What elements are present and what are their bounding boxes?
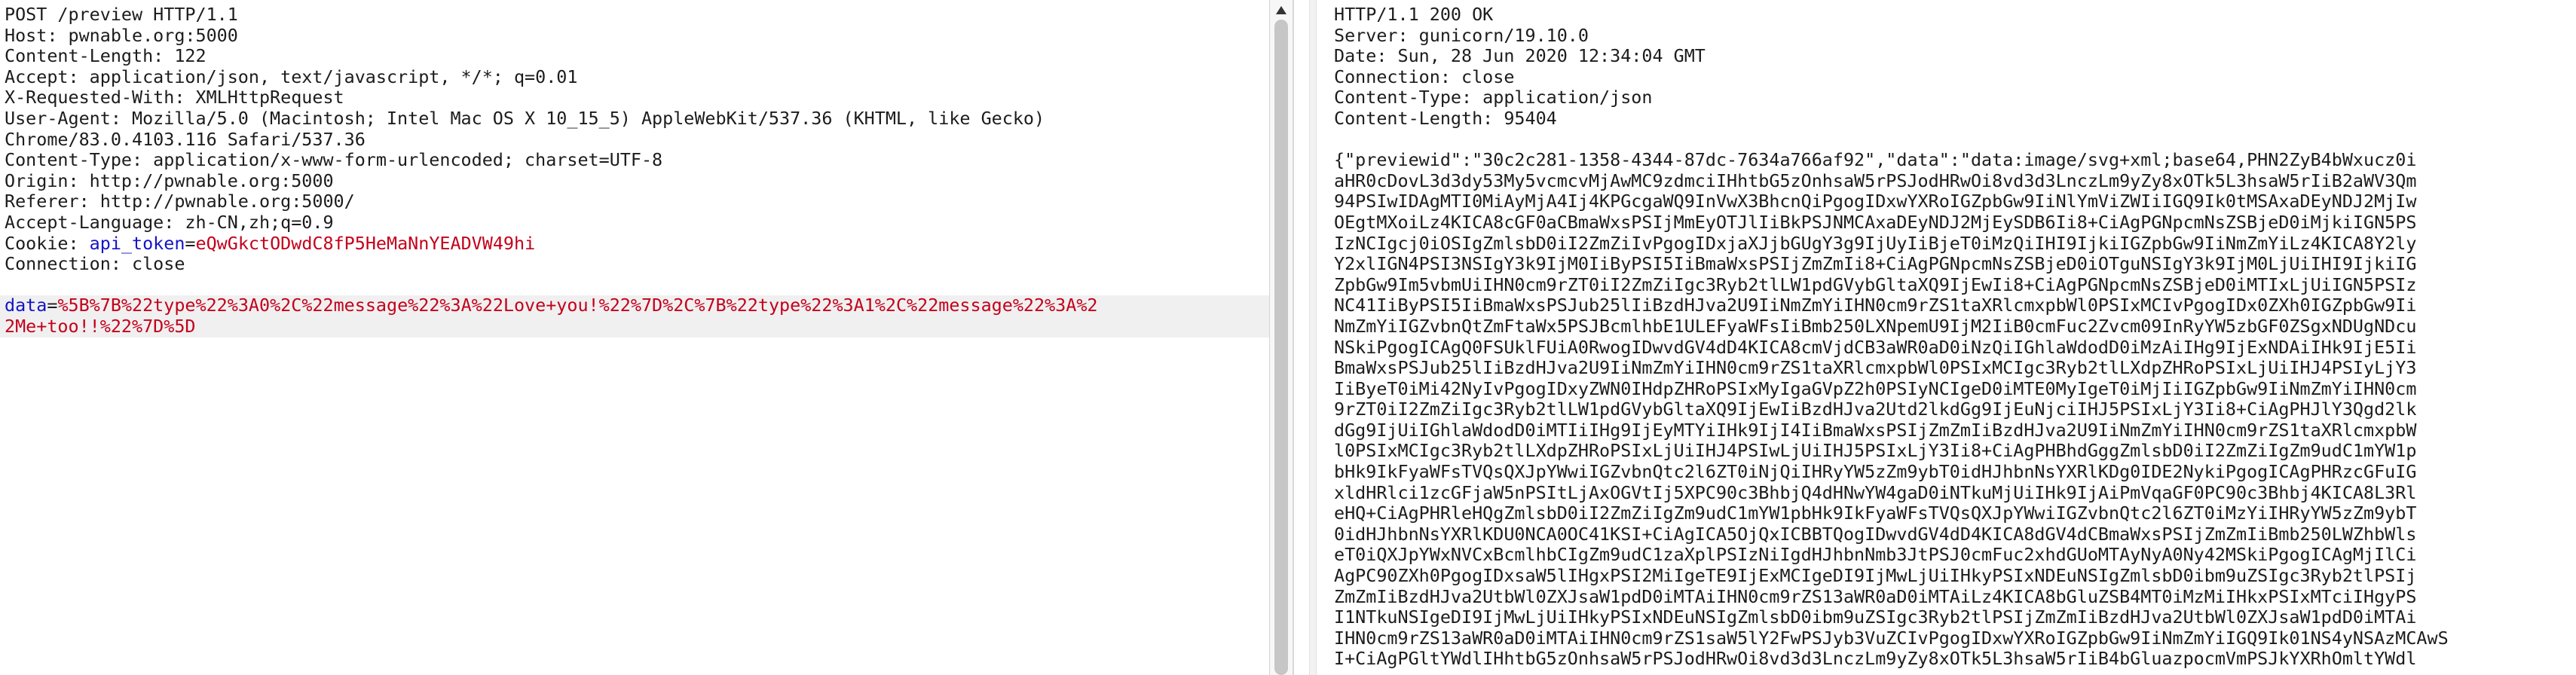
response-body-line: eHQ+CiAgPHRleHQgZmlsbD0iI2ZmZiIgZm9udC1m… [1334, 502, 2417, 524]
request-header-line: Accept-Language: zh-CN,zh;q=0.9 [5, 211, 334, 233]
response-body-line: ZmZmIiBzdHJva2UtbWl0ZXJsaW1pdD0iMTAiIHN0… [1334, 585, 2417, 607]
request-header-line: Referer: http://pwnable.org:5000/ [5, 191, 355, 212]
request-scrollbar[interactable] [1269, 0, 1293, 675]
body-eq: = [47, 295, 58, 316]
response-body-line: 0idHJhbnNsYXRlKDU0NCA0OC41KSI+CiAgICA5Oj… [1334, 523, 2417, 545]
request-header-line: X-Requested-With: XMLHttpRequest [5, 87, 344, 108]
response-body-line: aHR0cDovL3d3dy53My5vcmcvMjAwMC9zdmciIHht… [1334, 170, 2417, 191]
response-body-line: {"previewid":"30c2c281-1358-4344-87dc-76… [1334, 149, 2417, 171]
response-headers: Server: gunicorn/19.10.0 Date: Sun, 28 Ju… [1334, 24, 2576, 130]
response-header-line: Content-Type: application/json [1334, 87, 1653, 108]
response-viewer[interactable]: HTTP/1.1 200 OK Server: gunicorn/19.10.0… [1329, 0, 2576, 675]
response-body-line: 9rZT0iI2ZmZiIgc3Ryb2tlLW1pdGVybGltaXQ9Ij… [1334, 399, 2417, 420]
response-body-line: NC41IiByPSI5IiBmaWxsPSJub25lIiBzdHJva2U9… [1334, 295, 2417, 316]
body-param-value-cont: 2Me+too!!%22%7D%5D [5, 315, 196, 337]
response-body-line: 94PSIwIDAgMTI0MiAyMjA4Ij4KPGcgaWQ9InVwX3… [1334, 191, 2417, 212]
request-header-line: Content-Type: application/x-www-form-url… [5, 149, 663, 171]
request-header-line: Chrome/83.0.4103.116 Safari/537.36 [5, 128, 366, 150]
response-body-line: eT0iQXJpYWxNVCxBcmlhbCIgZm9udC1zaXplPSIz… [1334, 544, 2417, 566]
response-body-line: NSkiPgogICAgQ0FSUklFUiA0RwogIDwvdGV4dD4K… [1334, 336, 2417, 358]
request-header-line: User-Agent: Mozilla/5.0 (Macintosh; Inte… [5, 107, 1045, 129]
request-body-line: data=%5B%7B%22type%22%3A0%2C%22message%2… [5, 295, 1269, 316]
splitter-grip[interactable] [1309, 0, 1317, 675]
response-header-line: Server: gunicorn/19.10.0 [1334, 24, 1589, 46]
response-body-line: xldHRlci1zcGFjaW5nPSItLjAxOGVtIj5XPC90c3… [1334, 481, 2417, 503]
response-body-line: dGg9IjUiIGhlaWdodD0iMTIiIHg9IjEyMTYiIHk9… [1334, 419, 2417, 441]
response-body-line: NmZmYiIGZvbnQtZmFtaWx5PSJBcmlhbE1ULEFyaW… [1334, 315, 2417, 337]
scroll-thumb[interactable] [1274, 20, 1288, 675]
body-param-value: %5B%7B%22type%22%3A0%2C%22message%22%3A%… [57, 295, 1098, 316]
response-header-line: Date: Sun, 28 Jun 2020 12:34:04 GMT [1334, 45, 1706, 67]
connection-header: Connection: close [5, 253, 185, 275]
response-body[interactable]: {"previewid":"30c2c281-1358-4344-87dc-76… [1334, 150, 2576, 670]
cookie-header: Cookie: api_token=eQwGkctODwdC8fP5HeMaNn… [5, 232, 1269, 255]
body-param-name: data [5, 295, 47, 316]
response-body-line: AgPC90ZXh0PgogIDxsaW5lIHgxPSI2MiIgeTE9Ij… [1334, 565, 2417, 587]
cookie-name: api_token [89, 232, 185, 254]
request-headers: Host: pwnable.org:5000 Content-Length: 12… [5, 24, 1269, 234]
response-header-line: Content-Length: 95404 [1334, 107, 1557, 129]
request-header-line: Origin: http://pwnable.org:5000 [5, 170, 334, 191]
response-body-line: I1NTkuNSIgeDI9IjMwLjUiIHkyPSIxNDEuNSIgZm… [1334, 606, 2417, 628]
request-header-line: Host: pwnable.org:5000 [5, 24, 238, 46]
status-line: HTTP/1.1 200 OK [1334, 4, 1494, 25]
response-body-line: IzNCIgcj0iOSIgZmlsbD0iI2ZmZiIvPgogIDxjaX… [1334, 232, 2417, 254]
scroll-up-arrow-icon[interactable] [1276, 6, 1286, 14]
response-body-line: OEgtMXoiLz4KICA8cGF0aCBmaWxsPSIjMmEyOTJl… [1334, 211, 2417, 233]
response-body-line: l0PSIxMCIgc3Ryb2tlLXdpZHRoPSIxLjUiIHJ4PS… [1334, 440, 2417, 462]
pane-splitter[interactable] [1293, 0, 1330, 675]
response-body-line: I+CiAgPGltYWdlIHhtbG5zOnhsaW5rPSJodHRwOi… [1334, 648, 2417, 670]
request-header-line: Accept: application/json, text/javascrip… [5, 66, 578, 87]
response-body-line: ZpbGw9Im5vbmUiIHN0cm9rZT0iI2ZmZiIgc3Ryb2… [1334, 273, 2417, 295]
response-body-line: bHk9IkFyaWFsTVQsQXJpYWwiIGZvbnQtc2l6ZT0i… [1334, 461, 2417, 483]
cookie-eq: = [185, 232, 196, 254]
request-header-line: Content-Length: 122 [5, 45, 207, 67]
response-header-line: Connection: close [1334, 66, 1515, 87]
response-body-line: BmaWxsPSJub25lIiBzdHJva2U9IiNmZmYiIHN0cm… [1334, 357, 2417, 379]
cookie-label: Cookie: [5, 232, 90, 254]
cookie-value: eQwGkctODwdC8fP5HeMaNnYEADVW49hi [195, 232, 536, 254]
request-body[interactable]: data=%5B%7B%22type%22%3A0%2C%22message%2… [0, 295, 1269, 338]
response-body-line: IiByeT0iMi42NyIvPgogIDxyZWN0IHdpZHRoPSIx… [1334, 377, 2417, 399]
request-editor[interactable]: POST /preview HTTP/1.1 Host: pwnable.org… [0, 0, 1269, 675]
request-line: POST /preview HTTP/1.1 [5, 4, 238, 25]
response-body-line: Y2xlIGN4PSI3NSIgY3k9IjM0IiByPSI5IiBmaWxs… [1334, 253, 2417, 275]
response-body-line: IHN0cm9rZS13aWR0aD0iMTAiIHN0cm9rZS1saW5l… [1334, 627, 2449, 649]
